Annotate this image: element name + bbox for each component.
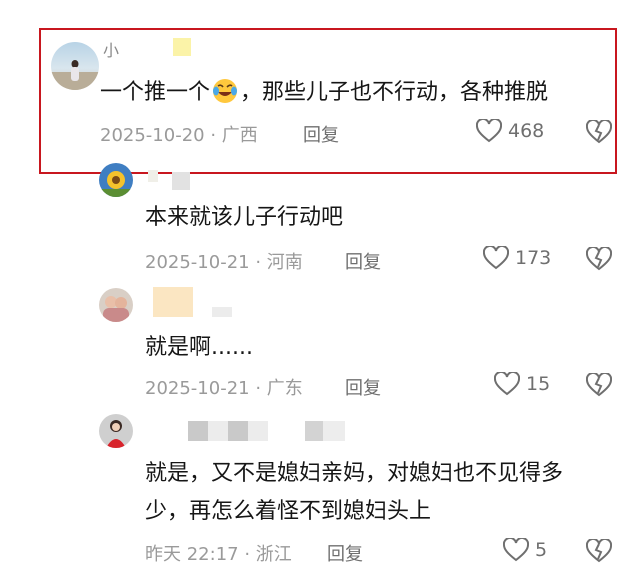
avatar[interactable] — [99, 288, 133, 322]
name-blur — [188, 421, 268, 441]
like-button[interactable]: 5 — [503, 538, 547, 562]
reply-button[interactable]: 回复 — [303, 121, 339, 147]
broken-heart-icon — [586, 247, 612, 271]
name-blur — [172, 172, 190, 190]
comment-date-location: 2025-10-21 · 河南 — [145, 252, 303, 273]
comment-text: 就是，又不是媳妇亲妈，对媳妇也不见得多 少，再怎么着怪不到媳妇头上 — [145, 455, 563, 531]
avatar[interactable] — [51, 42, 99, 90]
heart-outline-icon — [483, 246, 509, 270]
heart-outline-icon — [503, 538, 529, 562]
heart-outline-icon — [494, 372, 520, 396]
broken-heart-icon — [586, 539, 612, 563]
reply-button[interactable]: 回复 — [345, 374, 381, 400]
like-button[interactable]: 173 — [483, 246, 551, 270]
like-button[interactable]: 15 — [494, 372, 550, 396]
laughing-crying-emoji-icon — [212, 78, 238, 104]
dislike-button[interactable] — [586, 247, 612, 271]
broken-heart-icon — [586, 120, 612, 144]
heart-outline-icon — [476, 119, 502, 143]
broken-heart-icon — [586, 373, 612, 397]
like-count: 173 — [515, 247, 552, 269]
dislike-button[interactable] — [586, 539, 612, 563]
dislike-button[interactable] — [586, 120, 612, 144]
commenter-name[interactable]: 小 — [103, 41, 119, 61]
like-button[interactable]: 468 — [476, 119, 544, 143]
comment-date-location: 2025-10-20 · 广西 — [100, 125, 258, 146]
comment-text: 一个推一个 ，那些儿子也不行动，各种推脱 — [100, 78, 549, 105]
dislike-button[interactable] — [586, 373, 612, 397]
comment-date-location: 昨天 22:17 · 浙江 — [145, 544, 292, 565]
comment-text-line: 少，再怎么着怪不到媳妇头上 — [145, 499, 432, 524]
name-blur — [148, 170, 158, 182]
comment-date-location: 2025-10-21 · 广东 — [145, 378, 303, 399]
avatar[interactable] — [99, 163, 133, 197]
like-count: 15 — [526, 373, 551, 395]
comment-text-line: 就是，又不是媳妇亲妈，对媳妇也不见得多 — [145, 461, 564, 486]
name-blur — [173, 38, 191, 56]
comment-text: 本来就该儿子行动吧 — [145, 205, 344, 230]
like-count: 5 — [535, 539, 548, 561]
comment-text: 就是啊...... — [145, 335, 253, 360]
name-blur — [212, 307, 232, 317]
reply-button[interactable]: 回复 — [345, 248, 381, 274]
like-count: 468 — [508, 120, 545, 142]
reply-button[interactable]: 回复 — [327, 540, 363, 566]
name-blur — [153, 287, 193, 317]
avatar[interactable] — [99, 414, 133, 448]
name-blur — [305, 421, 345, 441]
